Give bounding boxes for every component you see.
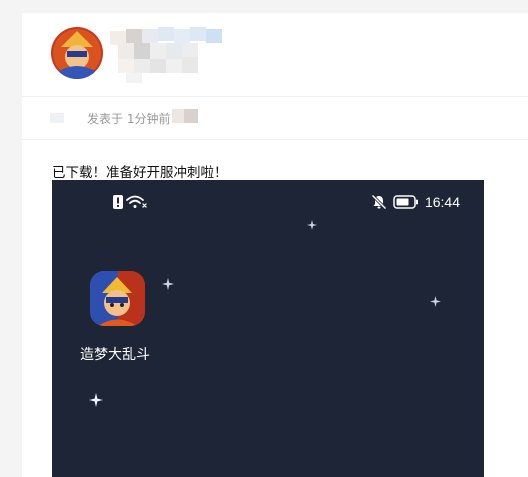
- status-time: 16:44: [424, 194, 460, 210]
- status-bar-right: 16:44: [371, 194, 460, 210]
- alert-sim-icon: [113, 195, 123, 209]
- battery-icon: [393, 195, 418, 209]
- post-content: 已下载！准备好开服冲刺啦！: [52, 165, 228, 181]
- game-hero-icon[interactable]: [90, 271, 145, 326]
- sparkle-icon: [430, 296, 441, 307]
- sparkle-icon: [89, 393, 103, 407]
- post-time: 发表于 1分钟前: [87, 112, 171, 126]
- meta-blur-right: [172, 109, 184, 123]
- wifi-icon: [126, 195, 147, 208]
- status-icons-left: [112, 194, 152, 214]
- post-image[interactable]: 16:44 造梦大乱斗: [52, 180, 484, 477]
- post-meta-row: 发表于 1分钟前: [22, 96, 528, 140]
- meta-blur-left: [50, 113, 64, 123]
- meta-blur-right-2: [184, 109, 198, 123]
- sparkle-icon: [162, 278, 174, 290]
- app-label[interactable]: 造梦大乱斗: [80, 344, 150, 364]
- user-avatar[interactable]: [51, 27, 103, 79]
- sparkle-icon: [307, 220, 317, 230]
- mute-bell-icon: [371, 194, 387, 210]
